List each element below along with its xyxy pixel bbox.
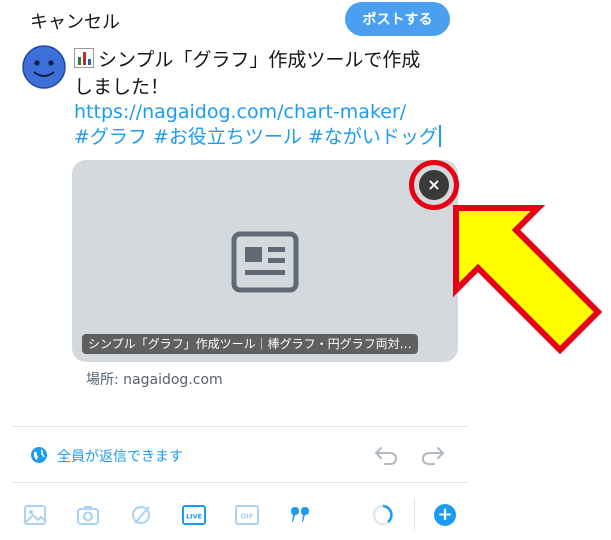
circle-slash-icon[interactable] bbox=[128, 502, 154, 528]
toolbar-separator bbox=[414, 498, 415, 530]
bar-chart-emoji-icon bbox=[74, 48, 94, 75]
annotation-arrow-icon bbox=[438, 190, 611, 362]
tweet-text-area[interactable]: シンプル「グラフ」作成ツールで作成 しました！ https://nagaidog… bbox=[74, 48, 464, 150]
link-preview-card[interactable]: シンプル「グラフ」作成ツール｜棒グラフ・円グラフ両対… bbox=[72, 160, 458, 362]
card-title: シンプル「グラフ」作成ツール｜棒グラフ・円グラフ両対… bbox=[82, 334, 418, 354]
article-icon bbox=[230, 230, 300, 294]
camera-icon[interactable] bbox=[75, 502, 101, 528]
avatar bbox=[22, 45, 66, 89]
divider bbox=[12, 482, 468, 483]
add-tweet-plus-icon[interactable]: + bbox=[434, 504, 456, 526]
tweet-link[interactable]: https://nagaidog.com/chart-maker/ bbox=[74, 100, 464, 125]
post-button[interactable]: ポストする bbox=[345, 2, 450, 36]
live-icon[interactable]: LIVE bbox=[181, 502, 207, 528]
reply-setting-button[interactable]: 全員が返信できます bbox=[57, 446, 183, 466]
redo-icon[interactable] bbox=[420, 444, 446, 466]
cancel-button[interactable]: キャンセル bbox=[30, 8, 120, 34]
progress-ring-icon bbox=[370, 502, 396, 528]
divider bbox=[12, 426, 468, 427]
undo-icon[interactable] bbox=[373, 444, 399, 466]
tweet-line-2: しました！ bbox=[74, 76, 170, 98]
tweet-line-1: シンプル「グラフ」作成ツールで作成 bbox=[98, 49, 421, 71]
quote-icon[interactable] bbox=[287, 502, 313, 528]
tweet-hashtags[interactable]: #グラフ #お役立ちツール #ながいドッグ bbox=[74, 126, 438, 148]
text-cursor bbox=[438, 125, 441, 147]
gif-label: GIF bbox=[240, 513, 253, 521]
card-location: 場所: nagaidog.com bbox=[86, 372, 223, 388]
image-icon[interactable] bbox=[22, 502, 48, 528]
globe-icon[interactable] bbox=[30, 446, 48, 464]
gif-icon[interactable]: GIF bbox=[234, 502, 260, 528]
live-label: LIVE bbox=[186, 513, 202, 521]
